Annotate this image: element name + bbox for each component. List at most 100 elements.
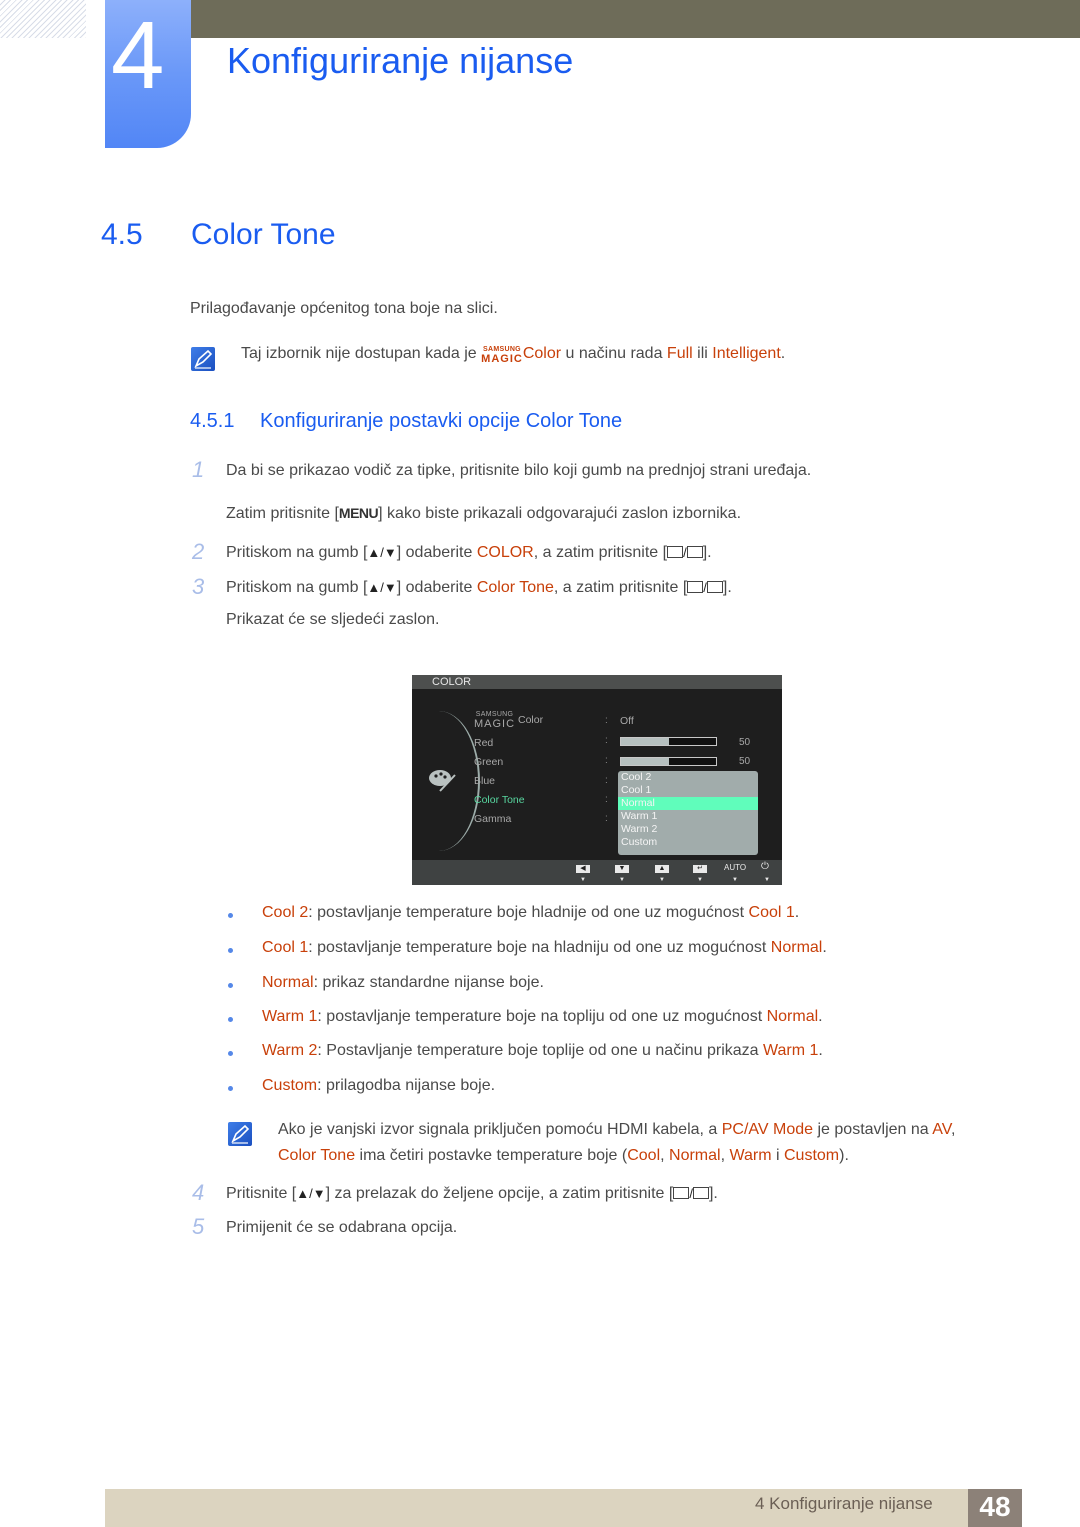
punct: . <box>794 904 800 921</box>
option-desc: : postavljanje temperature boje na hladn… <box>308 939 771 956</box>
step-number: 1 <box>192 457 205 482</box>
power-icon[interactable]: ⏻ <box>761 861 769 872</box>
up-arrow-icon[interactable]: ▲ <box>655 865 669 873</box>
osd-item-green[interactable]: Green <box>474 756 503 768</box>
enter-key-icon <box>692 1187 709 1199</box>
option-custom: Custom <box>783 1147 840 1164</box>
samsung-magic-logo: SAMSUNG MAGIC <box>474 711 515 730</box>
step-text: ] odaberite <box>396 579 477 596</box>
punct: i <box>771 1147 784 1164</box>
menu-key-icon: MENU <box>338 505 379 521</box>
step-text: ] odaberite <box>396 544 477 561</box>
subsection-title: Konfiguriranje postavki opcije Color Ton… <box>260 410 623 432</box>
subsection-number: 4.5.1 <box>190 410 235 432</box>
punct: ). <box>839 1147 849 1164</box>
step-number: 5 <box>192 1214 205 1239</box>
down-arrow-icon[interactable]: ▼ <box>615 865 629 873</box>
samsung-magic-logo: SAMSUNG MAGIC <box>481 346 523 365</box>
auto-button[interactable]: AUTO <box>724 863 746 872</box>
up-down-key-icon: ▲/▼ <box>367 580 397 595</box>
bullet-icon <box>228 948 233 953</box>
step-3-text: Pritiskom na gumb [▲/▼] odaberite Color … <box>226 579 732 596</box>
dropdown-option[interactable]: Cool 1 <box>618 784 758 797</box>
option-desc: : postavljanje temperature boje na topli… <box>317 1008 767 1025</box>
option-term: Normal <box>262 974 314 991</box>
note-text: , <box>950 1121 956 1138</box>
green-value: 50 <box>739 756 751 767</box>
pc-av-mode-label: PC/AV Mode <box>721 1121 814 1138</box>
bullet-icon <box>228 1086 233 1091</box>
osd-header: COLOR <box>412 675 782 689</box>
step-text: ]. <box>708 1185 718 1202</box>
dropdown-option[interactable]: Warm 1 <box>618 810 758 823</box>
osd-item-gamma[interactable]: Gamma <box>474 813 511 825</box>
dropdown-option[interactable]: Custom <box>618 836 758 849</box>
option-cool: Cool <box>627 1147 661 1164</box>
magic-color-label: Color <box>522 345 562 362</box>
option-desc: : Postavljanje temperature boje toplije … <box>317 1042 764 1059</box>
osd-header-title: COLOR <box>432 676 472 688</box>
page-number-box: 48 <box>968 1489 1022 1527</box>
note-text: Ako je vanjski izvor signala priključen … <box>278 1121 722 1138</box>
punct: . <box>818 1008 823 1025</box>
magic-big: MAGIC <box>481 353 523 365</box>
option-ref: Warm 1 <box>763 1042 819 1059</box>
dropdown-option[interactable]: Cool 2 <box>618 771 758 784</box>
step-text: , a zatim pritisnite [ <box>533 544 668 561</box>
source-key-icon <box>667 546 684 558</box>
osd-item-color-tone[interactable]: Color Tone <box>474 794 525 806</box>
list-item: Cool 2: postavljanje temperature boje hl… <box>262 904 799 922</box>
punct: , <box>660 1147 670 1164</box>
color-tone-dropdown: Cool 2 Cool 1 Normal Warm 1 Warm 2 Custo… <box>618 771 758 855</box>
punct: . <box>822 939 827 956</box>
red-slider-fill <box>621 738 669 745</box>
osd-item-red[interactable]: Red <box>474 737 493 749</box>
note-hdmi-line-2: Color Tone ima četiri postavke temperatu… <box>278 1147 849 1165</box>
note-pencil-icon <box>228 1122 252 1146</box>
list-item: Custom: prilagodba nijanse boje. <box>262 1077 495 1095</box>
enter-icon[interactable]: ↵ <box>693 865 707 873</box>
green-slider-fill <box>621 758 669 765</box>
list-item: Normal: prikaz standardne nijanse boje. <box>262 974 544 992</box>
note-text: ima četiri postavke temperature boje ( <box>355 1147 628 1164</box>
osd-item-magic-color[interactable]: SAMSUNG MAGIC Color <box>474 711 543 730</box>
section-heading: 4.5 Color Tone <box>101 218 336 252</box>
magic-big: MAGIC <box>474 718 516 730</box>
bullet-icon <box>228 983 233 988</box>
osd-button-guide: ◀ ▼ ▼ ▼ ▲ ▼ ↵ ▼ AUTO ▼ ⏻ ▼ <box>412 860 782 885</box>
av-label: AV <box>932 1121 951 1138</box>
step-number: 4 <box>192 1180 205 1205</box>
option-ref: Normal <box>766 1008 819 1025</box>
left-arrow-icon[interactable]: ◀ <box>576 865 590 873</box>
osd-screen: COLOR SAMSUNG MAGIC Color : Off Red : 50 … <box>412 675 782 885</box>
step-number: 2 <box>192 539 205 564</box>
step-text: ]. <box>702 544 712 561</box>
enter-key-icon <box>686 546 703 558</box>
list-item: Warm 2: Postavljanje temperature boje to… <box>262 1042 823 1060</box>
color-tone-label: Color Tone <box>278 1147 356 1164</box>
list-item: Cool 1: postavljanje temperature boje na… <box>262 939 827 957</box>
bullet-icon <box>228 913 233 918</box>
red-slider[interactable] <box>620 737 717 746</box>
green-slider[interactable] <box>620 757 717 766</box>
dropdown-option-selected[interactable]: Normal <box>618 797 758 810</box>
option-normal: Normal <box>669 1147 721 1164</box>
option-desc: : postavljanje temperature boje hladnije… <box>308 904 749 921</box>
list-item: Warm 1: postavljanje temperature boje na… <box>262 1008 823 1026</box>
osd-magic-value: Off <box>620 715 634 727</box>
dropdown-option[interactable]: Warm 2 <box>618 823 758 836</box>
enter-key-icon <box>706 581 723 593</box>
step-text: ] kako biste prikazali odgovarajući zasl… <box>378 505 742 522</box>
step-text: Zatim pritisnite [ <box>226 505 339 522</box>
source-key-icon <box>673 1187 690 1199</box>
step-text: Pritiskom na gumb [ <box>226 579 368 596</box>
osd-item-blue[interactable]: Blue <box>474 775 495 787</box>
source-key-icon <box>687 581 704 593</box>
option-term: Warm 2 <box>262 1042 318 1059</box>
note-unavailable: Taj izbornik nije dostupan kada je SAMSU… <box>241 345 785 365</box>
up-down-key-icon: ▲/▼ <box>367 545 397 560</box>
color-menu-label: COLOR <box>476 544 534 561</box>
note-text: Taj izbornik nije dostupan kada je <box>241 345 482 362</box>
footer-chapter-title: 4 Konfiguriranje nijanse <box>755 1494 933 1513</box>
step-4-text: Pritisnite [▲/▼] za prelazak do željene … <box>226 1185 718 1202</box>
